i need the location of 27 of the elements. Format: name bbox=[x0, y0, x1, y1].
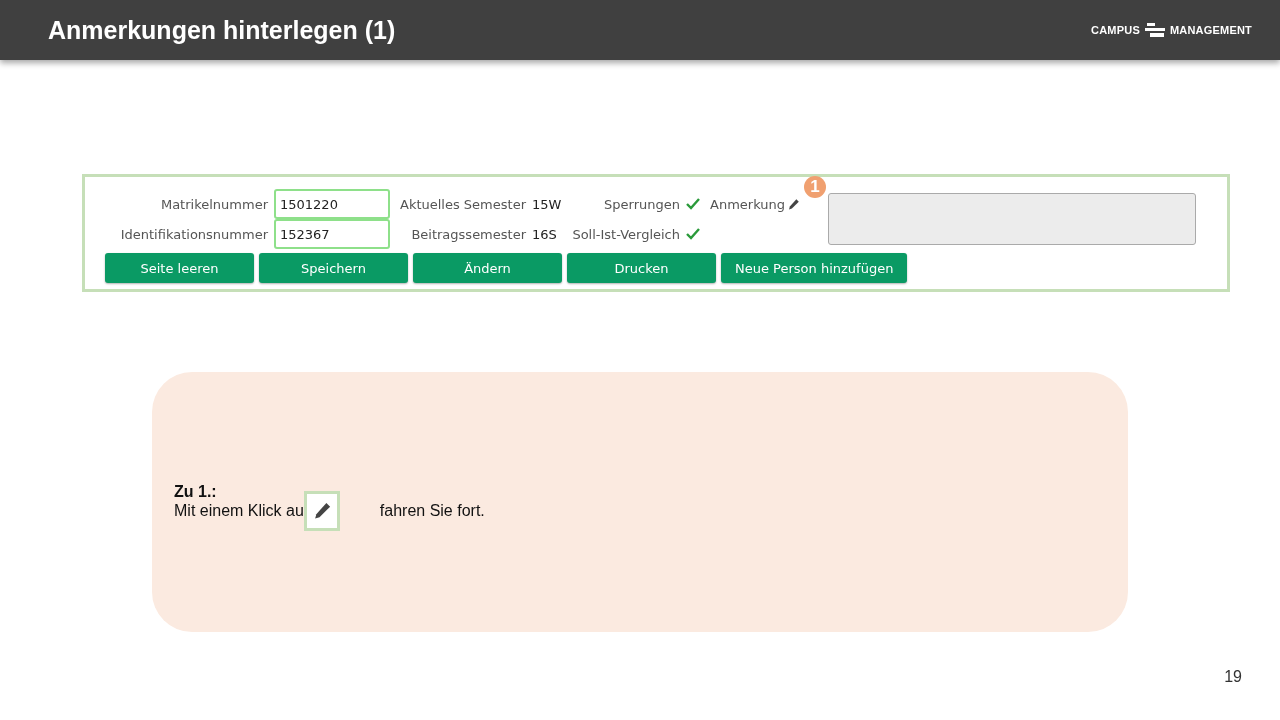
info-value: 16S bbox=[532, 226, 558, 242]
action-button[interactable]: Seite leeren bbox=[105, 253, 254, 283]
logo-icon bbox=[1143, 23, 1166, 37]
status-label: Sperrungen bbox=[603, 196, 680, 212]
explanation-text: Mit einem Klick au bbox=[174, 502, 304, 520]
action-button[interactable]: Speichern bbox=[259, 253, 408, 283]
field-label: Matrikelnummer bbox=[159, 196, 268, 212]
action-button[interactable]: Neue Person hinzufügen bbox=[721, 253, 908, 283]
info-value: 15W bbox=[532, 196, 563, 212]
info-label: Aktuelles Semester bbox=[399, 196, 526, 212]
field-label: Identifikationsnummer bbox=[119, 226, 268, 242]
logo-text: MANAGEMENT bbox=[1169, 24, 1252, 36]
note-label: Anmerkung bbox=[710, 196, 785, 212]
pencil-icon[interactable] bbox=[787, 197, 800, 211]
explanation-heading: Zu 1.: bbox=[174, 483, 218, 501]
slide-title: Anmerkungen hinterlegen (1) bbox=[48, 15, 396, 45]
input-field[interactable]: 1501220 bbox=[274, 189, 390, 219]
info-label: Beitragssemester bbox=[410, 226, 526, 242]
note-field[interactable] bbox=[828, 193, 1196, 245]
logo-text: CAMPUS bbox=[1091, 24, 1140, 36]
action-button[interactable]: Drucken bbox=[567, 253, 716, 283]
page-number: 19 bbox=[1224, 668, 1242, 686]
explanation-text: fahren Sie fort. bbox=[379, 502, 485, 520]
step-marker: 1 bbox=[804, 175, 826, 198]
action-button[interactable]: Ändern bbox=[413, 253, 562, 283]
input-field[interactable]: 152367 bbox=[274, 219, 390, 249]
status-label: Soll-Ist-Vergleich bbox=[572, 226, 680, 242]
